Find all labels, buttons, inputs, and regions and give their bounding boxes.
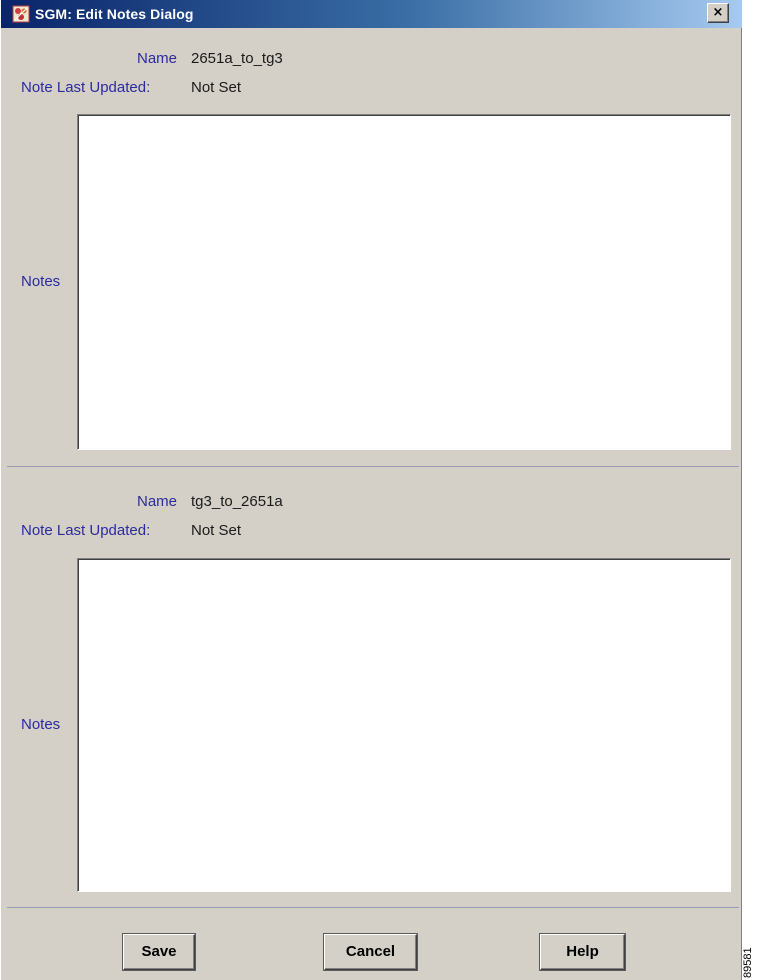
name-value: tg3_to_2651a xyxy=(191,493,283,510)
name-value: 2651a_to_tg3 xyxy=(191,50,283,67)
save-button[interactable]: Save xyxy=(123,934,195,970)
window-title: SGM: Edit Notes Dialog xyxy=(35,6,194,22)
name-label: Name xyxy=(136,50,177,67)
notes-label: Notes xyxy=(21,273,61,290)
sgm-app-icon xyxy=(12,5,30,23)
button-divider xyxy=(7,907,739,908)
note-last-updated-value: Not Set xyxy=(191,522,242,539)
help-button[interactable]: Help xyxy=(540,934,625,970)
name-label: Name xyxy=(136,493,177,510)
notes-textarea[interactable] xyxy=(77,558,731,892)
section-divider xyxy=(7,466,739,467)
figure-id: 89581 xyxy=(742,947,754,978)
cancel-button[interactable]: Cancel xyxy=(324,934,417,970)
title-bar[interactable]: SGM: Edit Notes Dialog × xyxy=(1,0,742,28)
notes-label: Notes xyxy=(21,716,61,733)
note-last-updated-value: Not Set xyxy=(191,79,242,96)
close-button[interactable]: × xyxy=(707,3,729,23)
edit-notes-dialog: SGM: Edit Notes Dialog × Name 2651a_to_t… xyxy=(0,0,742,980)
note-last-updated-label: Note Last Updated: xyxy=(21,522,151,539)
close-icon: × xyxy=(712,5,724,20)
note-last-updated-label: Note Last Updated: xyxy=(21,79,151,96)
notes-textarea[interactable] xyxy=(77,114,731,450)
